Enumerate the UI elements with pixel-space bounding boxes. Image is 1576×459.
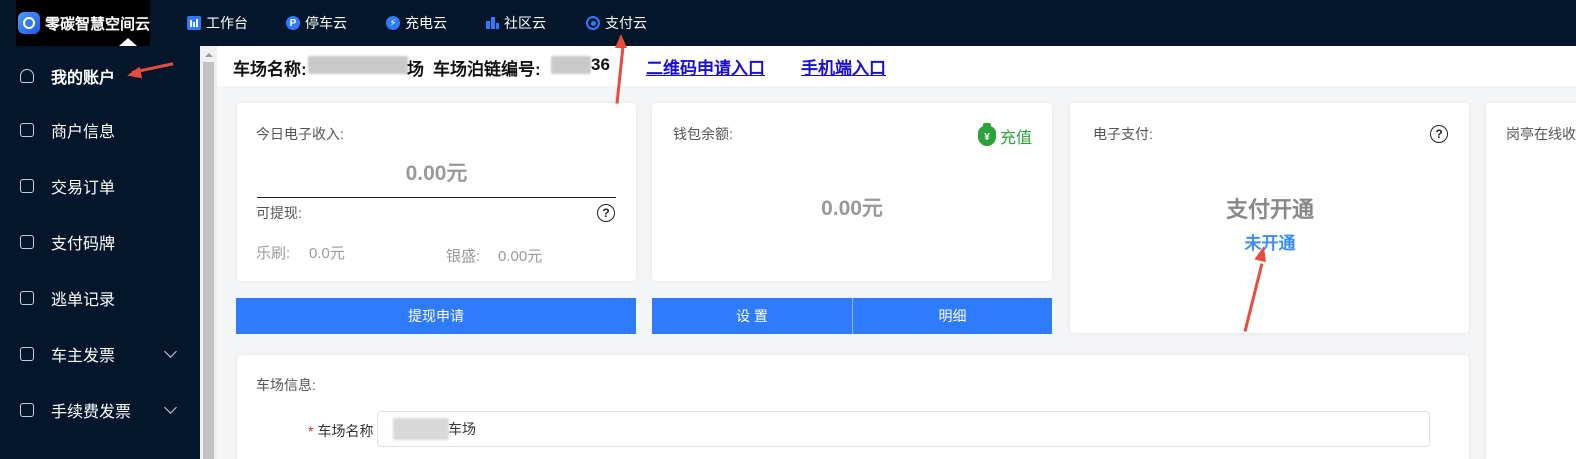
recharge-label: 充值 <box>1000 130 1033 147</box>
payment-status[interactable]: 未开通 <box>1070 229 1470 254</box>
withdrawable-label: 可提现: <box>256 205 302 221</box>
lot-name-input-value: 车场 <box>448 421 476 437</box>
nav-item-parking[interactable]: P 停车云 <box>286 0 347 46</box>
income-amount: 0.00元 <box>405 162 468 185</box>
brand-title: 零碳智慧空间云 <box>44 15 150 33</box>
sidebar-item-label: 交易订单 <box>51 180 116 197</box>
account-icon <box>20 69 34 83</box>
lot-name-field-label: * 车场名称 <box>308 423 374 439</box>
wallet-title: 钱包余额: <box>673 126 733 142</box>
nav-label: 支付云 <box>605 15 647 31</box>
invoice-icon <box>20 347 34 361</box>
mobile-entry-link[interactable]: 手机端入口 <box>801 54 886 79</box>
yinsheng-value: 0.00元 <box>498 248 543 265</box>
withdraw-button[interactable]: 提现申请 <box>236 298 636 334</box>
kiosk-title: 岗亭在线收 <box>1506 126 1576 142</box>
charging-icon: ⚡ <box>386 16 400 30</box>
community-icon <box>485 16 499 30</box>
lot-name-suffix: 场 <box>407 60 424 79</box>
vertical-scrollbar[interactable] <box>200 46 217 459</box>
nav-label: 工作台 <box>206 15 248 31</box>
chevron-down-icon <box>164 401 177 414</box>
lot-name-label: 车场名称: <box>233 60 307 79</box>
chevron-down-icon <box>164 345 177 358</box>
payment-open-title: 支付开通 <box>1225 197 1314 222</box>
chain-number-label: 车场泊链编号: <box>433 60 541 79</box>
settings-button[interactable]: 设 置 <box>652 298 852 334</box>
help-icon[interactable]: ? <box>597 204 615 222</box>
chain-number-suffix: 36 <box>591 55 610 74</box>
nav-item-charging[interactable]: ⚡ 充电云 <box>386 0 447 46</box>
sidebar-item-my-account[interactable]: 我的账户 <box>0 48 200 104</box>
qrcode-icon <box>20 235 34 249</box>
redacted-chain-number <box>551 56 591 74</box>
redacted-lot-name <box>308 56 408 74</box>
leshua-value: 0.0元 <box>309 245 345 262</box>
sidebar-item-label: 手续费发票 <box>51 404 132 421</box>
sidebar-item-label: 商户信息 <box>51 124 116 141</box>
scroll-thumb[interactable] <box>203 62 214 459</box>
sidebar-item-label: 车主发票 <box>51 348 116 365</box>
scroll-up-icon[interactable] <box>205 53 213 57</box>
nav-label: 停车云 <box>305 15 347 31</box>
caret-up-icon <box>119 38 137 46</box>
nav-item-workbench[interactable]: 工作台 <box>187 0 248 46</box>
wallet-amount: 0.00元 <box>821 197 883 220</box>
lot-info-section-title: 车场信息: <box>256 377 316 393</box>
sidebar-item-label: 支付码牌 <box>51 236 116 253</box>
kiosk-card <box>1486 103 1576 459</box>
brand-logo-icon <box>18 12 40 34</box>
leshua-label: 乐刷: <box>256 245 291 262</box>
dashboard-icon <box>187 16 201 30</box>
nav-label: 充电云 <box>405 15 447 31</box>
sidebar-item-label: 逃单记录 <box>51 292 116 309</box>
sidebar: 我的账户 商户信息 交易订单 支付码牌 逃单记录 车主发票 手续费发票 <box>0 46 200 459</box>
payment-icon <box>586 16 600 30</box>
nav-label: 社区云 <box>504 15 546 31</box>
sidebar-item-payment-code[interactable]: 支付码牌 <box>0 214 200 270</box>
sidebar-item-owner-invoice[interactable]: 车主发票 <box>0 326 200 382</box>
nav-item-community[interactable]: 社区云 <box>485 0 546 46</box>
lot-name-input[interactable]: 车场 <box>377 411 1430 447</box>
redacted-lot-name-value <box>393 418 449 440</box>
fee-invoice-icon <box>20 403 34 417</box>
recharge-link[interactable]: ¥ 充值 <box>978 123 1033 148</box>
epay-title: 电子支付: <box>1093 126 1153 142</box>
money-bag-icon: ¥ <box>978 123 996 146</box>
order-icon <box>20 179 34 193</box>
yinsheng-label: 银盛: <box>446 248 481 265</box>
button-divider <box>852 298 853 334</box>
parking-icon: P <box>286 16 300 30</box>
sidebar-item-label: 我的账户 <box>51 70 116 87</box>
sidebar-item-escape-records[interactable]: 逃单记录 <box>0 270 200 326</box>
help-icon[interactable]: ? <box>1430 125 1448 143</box>
sidebar-item-orders[interactable]: 交易订单 <box>0 158 200 214</box>
merchant-icon <box>20 123 34 137</box>
detail-button[interactable]: 明细 <box>853 298 1052 334</box>
sidebar-item-merchant-info[interactable]: 商户信息 <box>0 102 200 158</box>
divider <box>257 197 616 198</box>
qr-apply-link[interactable]: 二维码申请入口 <box>646 54 765 79</box>
income-title: 今日电子收入: <box>256 126 344 142</box>
annotation-arrowhead <box>615 34 627 48</box>
sidebar-item-fee-invoice[interactable]: 手续费发票 <box>0 382 200 438</box>
record-icon <box>20 291 34 305</box>
